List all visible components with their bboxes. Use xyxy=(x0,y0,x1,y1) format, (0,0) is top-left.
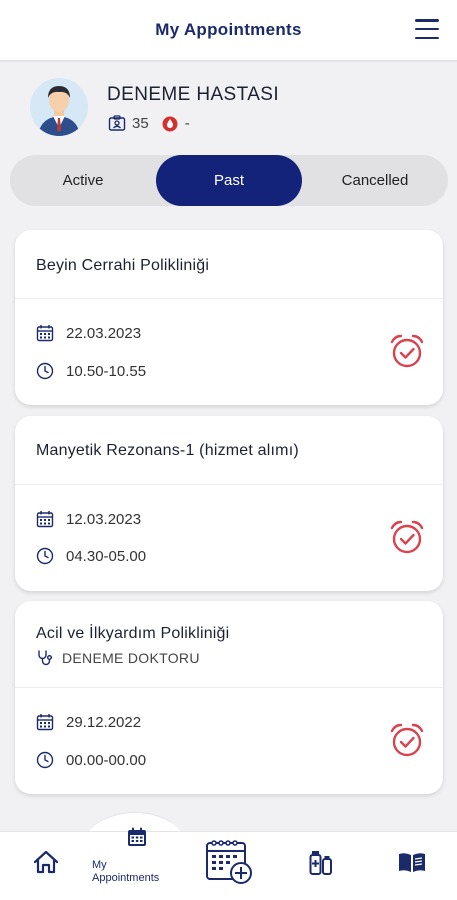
clock-icon xyxy=(36,362,54,380)
alarm-check-icon[interactable] xyxy=(389,519,425,555)
calendar-icon xyxy=(36,510,54,528)
patient-age: 35 xyxy=(132,114,149,132)
medicine-bottles-icon xyxy=(309,850,333,881)
appointment-doctor-row: DENEME DOKTORU xyxy=(36,649,200,667)
nav-home[interactable] xyxy=(33,850,59,879)
tab-active[interactable]: Active xyxy=(10,155,156,206)
nav-medicines[interactable] xyxy=(309,850,333,881)
appointment-tabs: Active Past Cancelled xyxy=(10,155,448,206)
id-card-icon xyxy=(108,114,126,132)
clock-icon xyxy=(36,751,54,769)
nav-new-appointment[interactable] xyxy=(204,838,254,891)
calendar-icon xyxy=(36,324,54,342)
bottom-nav: My Appointments xyxy=(0,827,457,900)
appointment-doctor: DENEME DOKTORU xyxy=(62,650,200,666)
calendar-icon xyxy=(36,713,54,731)
app-header: My Appointments xyxy=(0,0,457,62)
appointment-department: Manyetik Rezonans-1 (hizmet alımı) xyxy=(36,442,299,459)
patient-profile: DENEME HASTASI 35 - xyxy=(0,64,457,152)
tab-past[interactable]: Past xyxy=(156,155,302,206)
avatar xyxy=(30,78,88,136)
patient-blood-type: - xyxy=(184,114,190,132)
home-icon xyxy=(33,850,59,879)
calendar-plus-icon xyxy=(204,838,254,891)
appointment-date-row: 12.03.2023 xyxy=(36,510,141,528)
clock-icon xyxy=(36,547,54,565)
appointment-card[interactable]: Manyetik Rezonans-1 (hizmet alımı) 12.03… xyxy=(15,416,443,591)
appointment-time-row: 10.50-10.55 xyxy=(36,362,146,380)
appointment-date: 29.12.2022 xyxy=(66,713,142,731)
nav-my-label-line1: My xyxy=(92,859,107,871)
appointment-date: 12.03.2023 xyxy=(66,510,142,528)
appointment-date-row: 29.12.2022 xyxy=(36,713,141,731)
book-icon xyxy=(398,851,426,878)
nav-my-appointments[interactable]: My Appointments xyxy=(92,826,159,885)
appointment-date: 22.03.2023 xyxy=(66,324,142,342)
appointment-time-row: 00.00-00.00 xyxy=(36,751,146,769)
tab-cancelled[interactable]: Cancelled xyxy=(302,155,448,206)
card-divider xyxy=(15,687,443,688)
appointment-time: 04.30-05.00 xyxy=(66,547,147,565)
appointment-date-row: 22.03.2023 xyxy=(36,324,141,342)
appointment-card[interactable]: Beyin Cerrahi Polikliniği 22.03.2023 10.… xyxy=(15,230,443,405)
stethoscope-icon xyxy=(36,649,54,667)
card-divider xyxy=(15,298,443,299)
patient-meta: 35 - xyxy=(108,114,202,132)
appointment-time-row: 04.30-05.00 xyxy=(36,547,146,565)
nav-appointments-label-line2: Appointments xyxy=(92,872,160,884)
blood-drop-icon xyxy=(161,114,179,132)
alarm-check-icon[interactable] xyxy=(389,333,425,369)
appointment-time: 10.50-10.55 xyxy=(66,362,147,380)
page-title: My Appointments xyxy=(155,20,302,39)
nav-library[interactable] xyxy=(398,851,426,878)
appointment-time: 00.00-00.00 xyxy=(66,751,147,769)
appointment-department: Acil ve İlkyardım Polikliniği xyxy=(36,625,230,642)
patient-name: DENEME HASTASI xyxy=(107,84,280,105)
hamburger-menu-icon[interactable] xyxy=(415,19,439,39)
alarm-check-icon[interactable] xyxy=(389,722,425,758)
calendar-icon xyxy=(126,826,148,853)
appointment-card[interactable]: Acil ve İlkyardım Polikliniği DENEME DOK… xyxy=(15,601,443,794)
appointment-department: Beyin Cerrahi Polikliniği xyxy=(36,257,210,274)
card-divider xyxy=(15,484,443,485)
